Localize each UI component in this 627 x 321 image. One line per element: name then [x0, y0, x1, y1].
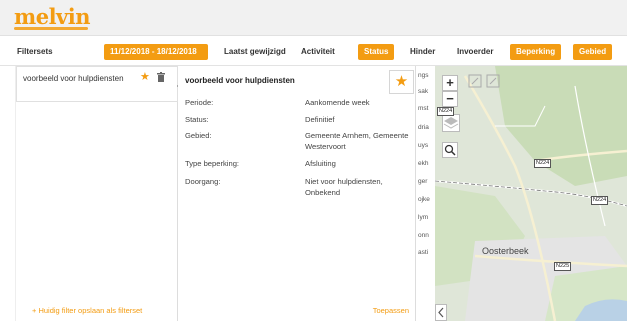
date-range-filter[interactable]: 11/12/2018 - 18/12/2018 [104, 44, 208, 60]
last-modified-filter[interactable]: Laatst gewijzigd [218, 44, 292, 60]
hinder-filter[interactable]: Hinder [404, 44, 441, 60]
invoerder-filter[interactable]: Invoerder [451, 44, 499, 60]
filterset-list-panel: voorbeeld voor hulpdiensten ★ + Huidig f… [0, 66, 183, 321]
peek-text: uys [418, 142, 429, 149]
logo-underline [14, 27, 88, 30]
detail-value: Gemeente Arnhem, Gemeente Westervoort [305, 131, 409, 151]
peek-text: lym [418, 214, 429, 221]
apply-button[interactable]: Toepassen [373, 306, 409, 315]
search-icon[interactable] [442, 142, 458, 158]
detail-value: Afsluiting [305, 159, 336, 168]
peek-text: ekh [418, 160, 429, 167]
peek-text: ger [418, 178, 428, 185]
filter-toolbar: Filtersets 11/12/2018 - 18/12/2018 Laats… [0, 36, 627, 66]
activity-filter[interactable]: Activiteit [295, 44, 341, 60]
map-view[interactable]: + − N224 N224 N224 N225 Oosterbeek [435, 66, 627, 321]
peek-text: mst [418, 105, 429, 112]
filterset-name: voorbeeld voor hulpdiensten [23, 74, 124, 83]
star-icon[interactable]: ★ [140, 72, 150, 83]
map-background [435, 66, 627, 321]
zoom-in-button[interactable]: + [442, 75, 458, 91]
detail-key: Doorgang: [185, 177, 221, 186]
list-gutter [0, 66, 16, 321]
peek-text: ojke [418, 196, 430, 203]
app-logo[interactable]: melvin [14, 4, 91, 29]
filterset-list-item[interactable]: voorbeeld voor hulpdiensten ★ [16, 66, 183, 102]
peek-text: onn [418, 232, 429, 239]
save-filterset-link[interactable]: + Huidig filter opslaan als filterset [32, 306, 142, 315]
peek-text: asti [418, 249, 429, 256]
peek-text: sak [418, 88, 429, 95]
detail-key: Status: [185, 115, 209, 124]
detail-key: Type beperking: [185, 159, 240, 168]
map-place-label: Oosterbeek [482, 246, 529, 256]
draw-tools[interactable] [468, 74, 502, 88]
trash-icon[interactable] [157, 72, 165, 82]
filtersets-label: Filtersets [17, 47, 53, 56]
zoom-out-button[interactable]: − [442, 91, 458, 107]
road-tag: N224 [534, 159, 552, 168]
detail-value: Aankomende week [305, 98, 370, 107]
peek-text: dria [418, 124, 429, 131]
layers-icon[interactable] [442, 114, 460, 132]
gebied-filter[interactable]: Gebied [573, 44, 613, 60]
detail-title: voorbeeld voor hulpdiensten [185, 76, 295, 85]
favorite-star-button[interactable]: ★ [389, 70, 414, 94]
detail-key: Gebied: [185, 131, 212, 140]
table-peek-column: ngs sak mst dria uys ekh ger ojke lym on… [415, 66, 435, 321]
road-tag: N225 [554, 262, 572, 271]
collapse-panel-button[interactable] [435, 304, 447, 321]
app-header: melvin [0, 0, 627, 36]
road-tag: N224 [591, 196, 609, 205]
status-filter[interactable]: Status [358, 44, 395, 60]
beperking-filter[interactable]: Beperking [510, 44, 562, 60]
detail-value: Definitief [305, 115, 335, 124]
detail-value: Niet voor hulpdiensten, Onbekend [305, 177, 383, 197]
filterset-detail-panel: voorbeeld voor hulpdiensten ★ Periode: A… [178, 66, 415, 321]
peek-text: ngs [418, 72, 429, 79]
road-tag: N224 [437, 107, 455, 116]
detail-key: Periode: [185, 98, 214, 107]
